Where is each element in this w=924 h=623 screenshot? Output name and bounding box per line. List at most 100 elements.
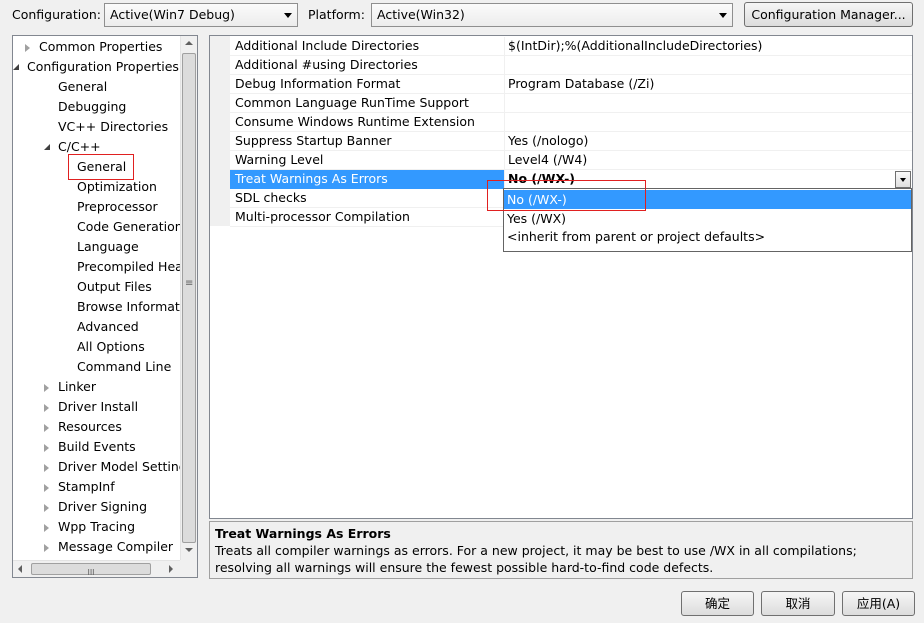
tree-item[interactable]: Driver Model Setting bbox=[13, 457, 187, 477]
column-divider bbox=[504, 37, 505, 56]
description-text: Treats all compiler warnings as errors. … bbox=[215, 543, 857, 575]
tree-item-label: Language bbox=[77, 239, 139, 254]
tree-horizontal-scrollbar[interactable]: III bbox=[13, 560, 180, 577]
tree-item[interactable]: Build Events bbox=[13, 437, 180, 457]
collapsed-arrow-icon[interactable] bbox=[44, 424, 49, 432]
property-name: Additional Include Directories bbox=[235, 38, 420, 53]
dropdown-option[interactable]: <inherit from parent or project defaults… bbox=[504, 227, 911, 246]
ok-button[interactable]: 确定 bbox=[681, 591, 754, 616]
property-name: Treat Warnings As Errors bbox=[235, 171, 388, 186]
tree-item-label: Advanced bbox=[77, 319, 139, 334]
tree-item[interactable]: Driver Install bbox=[13, 397, 180, 417]
configuration-value: Active(Win7 Debug) bbox=[110, 7, 235, 22]
tree-item[interactable]: Message Compiler bbox=[13, 537, 180, 557]
tree-item[interactable]: Code Generation bbox=[13, 217, 183, 237]
tree-vertical-scrollbar[interactable]: ≡ bbox=[180, 36, 197, 560]
property-name: Debug Information Format bbox=[235, 76, 401, 91]
tree-item[interactable]: Advanced bbox=[13, 317, 180, 337]
collapsed-arrow-icon[interactable] bbox=[44, 524, 49, 532]
tree-item[interactable]: Driver Signing bbox=[13, 497, 180, 517]
description-panel: Treat Warnings As Errors Treats all comp… bbox=[209, 521, 913, 579]
scroll-left-icon[interactable] bbox=[18, 565, 22, 573]
tree-item[interactable]: Common Properties bbox=[13, 37, 180, 57]
collapsed-arrow-icon[interactable] bbox=[44, 444, 49, 452]
collapsed-arrow-icon[interactable] bbox=[44, 384, 49, 392]
tree-item-label: Driver Signing bbox=[58, 499, 148, 514]
tree-item[interactable]: Debugging bbox=[13, 97, 180, 117]
scroll-corner bbox=[180, 560, 197, 577]
column-divider bbox=[504, 113, 505, 132]
collapsed-arrow-icon[interactable] bbox=[44, 544, 49, 552]
property-row[interactable]: Consume Windows Runtime Extension bbox=[230, 113, 912, 132]
tree-item-label: Output Files bbox=[77, 279, 152, 294]
tree-item[interactable]: Configuration Properties bbox=[13, 57, 180, 77]
tree-item[interactable]: VC++ Directories bbox=[13, 117, 180, 137]
configuration-combo[interactable]: Active(Win7 Debug) bbox=[104, 3, 298, 27]
property-name: Suppress Startup Banner bbox=[235, 133, 392, 148]
dropdown-arrow-icon[interactable] bbox=[895, 171, 911, 188]
expanded-arrow-icon[interactable] bbox=[13, 64, 19, 70]
highlight-box-dropdown bbox=[487, 180, 646, 211]
cancel-button[interactable]: 取消 bbox=[761, 591, 835, 616]
column-divider bbox=[504, 56, 505, 75]
tree-item-label: Debugging bbox=[58, 99, 127, 114]
tree-item[interactable]: Wpp Tracing bbox=[13, 517, 180, 537]
tree-vscroll-thumb[interactable]: ≡ bbox=[182, 53, 196, 543]
tree-item[interactable]: Browse Informatio bbox=[13, 297, 191, 317]
scroll-up-icon[interactable] bbox=[185, 41, 193, 45]
property-name: Warning Level bbox=[235, 152, 324, 167]
column-divider bbox=[504, 75, 505, 94]
tree-item[interactable]: Command Line bbox=[13, 357, 180, 377]
property-row[interactable]: Common Language RunTime Support bbox=[230, 94, 912, 113]
tree-item[interactable]: All Options bbox=[13, 337, 180, 357]
collapsed-arrow-icon[interactable] bbox=[44, 504, 49, 512]
property-name: Consume Windows Runtime Extension bbox=[235, 114, 475, 129]
tree-item[interactable]: General bbox=[13, 77, 180, 97]
tree-item-label: StampInf bbox=[58, 479, 115, 494]
tree-item[interactable]: Optimization bbox=[13, 177, 180, 197]
tree-item-label: Driver Model Setting bbox=[58, 459, 187, 474]
property-grid[interactable]: Additional Include Directories $(IntDir);… bbox=[209, 35, 913, 519]
property-row[interactable]: Additional Include Directories $(IntDir);… bbox=[230, 37, 912, 56]
expanded-arrow-icon[interactable] bbox=[44, 144, 50, 150]
chevron-down-icon bbox=[284, 13, 292, 18]
tree-item-label: Resources bbox=[58, 419, 122, 434]
tree-hscroll-thumb[interactable]: III bbox=[31, 563, 151, 577]
tree-item-label: All Options bbox=[77, 339, 145, 354]
property-name: Common Language RunTime Support bbox=[235, 95, 469, 110]
chevron-down-icon bbox=[719, 13, 727, 18]
apply-button[interactable]: 应用(A) bbox=[842, 591, 915, 616]
tree-item-label: General bbox=[58, 79, 108, 94]
tree-item[interactable]: Resources bbox=[13, 417, 180, 437]
scroll-down-icon[interactable] bbox=[185, 548, 193, 552]
tree-item-label: Preprocessor bbox=[77, 199, 158, 214]
property-value: $(IntDir);%(AdditionalIncludeDirectories… bbox=[508, 38, 763, 53]
collapsed-arrow-icon[interactable] bbox=[44, 404, 49, 412]
property-name: SDL checks bbox=[235, 190, 307, 205]
tree-item[interactable]: Linker bbox=[13, 377, 180, 397]
tree-item-label: Command Line bbox=[77, 359, 172, 374]
dropdown-option[interactable]: Yes (/WX) bbox=[504, 209, 911, 228]
property-tree[interactable]: Common Properties Configuration Propertie… bbox=[12, 35, 198, 578]
scroll-right-icon[interactable] bbox=[169, 565, 173, 573]
grip-icon: ≡ bbox=[185, 278, 194, 289]
collapsed-arrow-icon[interactable] bbox=[44, 464, 49, 472]
tree-item-label: Optimization bbox=[77, 179, 157, 194]
tree-item[interactable]: Precompiled Head bbox=[13, 257, 191, 277]
collapsed-arrow-icon[interactable] bbox=[44, 484, 49, 492]
grip-icon: III bbox=[87, 568, 95, 577]
property-row[interactable]: Debug Information Format Program Database… bbox=[230, 75, 912, 94]
tree-item-label: Common Properties bbox=[39, 39, 163, 54]
platform-combo[interactable]: Active(Win32) bbox=[371, 3, 733, 27]
tree-item[interactable]: Language bbox=[13, 237, 180, 257]
property-row[interactable]: Additional #using Directories bbox=[230, 56, 912, 75]
collapsed-arrow-icon[interactable] bbox=[25, 44, 30, 52]
grid-category-strip bbox=[210, 36, 230, 226]
property-row[interactable]: Warning Level Level4 (/W4) bbox=[230, 151, 912, 170]
column-divider bbox=[504, 94, 505, 113]
configuration-manager-button[interactable]: Configuration Manager... bbox=[744, 2, 913, 27]
tree-item[interactable]: Output Files bbox=[13, 277, 180, 297]
tree-item[interactable]: Preprocessor bbox=[13, 197, 180, 217]
tree-item[interactable]: StampInf bbox=[13, 477, 180, 497]
property-row[interactable]: Suppress Startup Banner Yes (/nologo) bbox=[230, 132, 912, 151]
